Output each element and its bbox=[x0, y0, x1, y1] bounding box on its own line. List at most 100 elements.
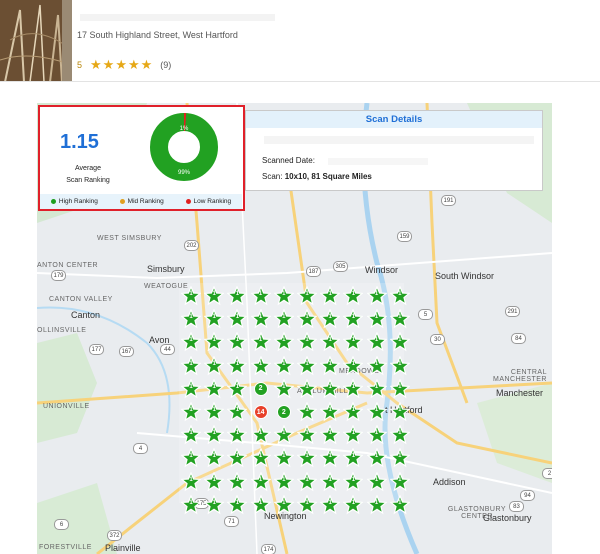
rank-pin-star[interactable]: 1 bbox=[250, 448, 271, 468]
rank-pin-star[interactable]: 1 bbox=[227, 332, 248, 352]
rank-pin-star[interactable]: 1 bbox=[389, 402, 410, 422]
rank-pin-star[interactable]: 1 bbox=[343, 471, 364, 492]
rank-pin-star[interactable]: 1 bbox=[181, 425, 201, 445]
rank-pin-star[interactable]: 1 bbox=[181, 448, 201, 468]
rank-pin-star[interactable]: 1 bbox=[227, 309, 248, 329]
rank-pin-star[interactable]: 1 bbox=[204, 425, 225, 445]
rank-pin-star[interactable]: 1 bbox=[204, 494, 225, 515]
rank-pin-star[interactable]: 1 bbox=[297, 402, 317, 422]
rank-pin-star[interactable]: 1 bbox=[343, 448, 364, 468]
rank-pin-star[interactable]: 1 bbox=[366, 286, 387, 306]
rank-pin-star[interactable]: 1 bbox=[181, 286, 201, 306]
rank-pin-star[interactable]: 1 bbox=[273, 448, 294, 468]
rank-pin-star[interactable]: 1 bbox=[343, 355, 364, 376]
rank-pin-star[interactable]: 1 bbox=[227, 494, 248, 515]
rank-pin-star[interactable]: 1 bbox=[297, 309, 317, 329]
rank-pin-star[interactable]: 1 bbox=[297, 494, 317, 515]
rank-pin-star[interactable]: 1 bbox=[273, 355, 294, 376]
rank-pin-star[interactable]: 1 bbox=[343, 494, 364, 515]
rank-pin-star[interactable]: 1 bbox=[366, 378, 387, 399]
rank-pin-star[interactable]: 1 bbox=[273, 378, 294, 399]
rank-pin-circle[interactable]: 14 bbox=[253, 405, 268, 419]
rank-pin-star[interactable]: 1 bbox=[320, 425, 341, 445]
rank-pin-star[interactable]: 1 bbox=[320, 309, 341, 329]
rank-pin-star[interactable]: 1 bbox=[227, 355, 248, 376]
rank-pin-star[interactable]: 1 bbox=[204, 355, 225, 376]
rank-pin-star[interactable]: 1 bbox=[320, 494, 341, 515]
rank-pin-star[interactable]: 1 bbox=[366, 425, 387, 445]
rank-pin-star[interactable]: 1 bbox=[204, 448, 225, 468]
rank-pin-star[interactable]: 1 bbox=[250, 355, 271, 376]
rank-pin-star[interactable]: 1 bbox=[250, 494, 271, 515]
rank-pin-star[interactable]: 1 bbox=[389, 448, 410, 468]
rank-pin-star[interactable]: 1 bbox=[320, 355, 341, 376]
rank-pin-star[interactable]: 1 bbox=[297, 332, 317, 352]
rank-pin-star[interactable]: 1 bbox=[273, 471, 294, 492]
rank-pin-star[interactable]: 1 bbox=[204, 332, 225, 352]
rank-pin-star[interactable]: 1 bbox=[204, 378, 225, 399]
rank-pin-star[interactable]: 1 bbox=[273, 286, 294, 306]
rank-pin-star[interactable]: 1 bbox=[204, 402, 225, 422]
rank-pin-star[interactable]: 1 bbox=[181, 402, 201, 422]
rank-pin-star[interactable]: 1 bbox=[389, 355, 410, 376]
rank-pin-star[interactable]: 1 bbox=[297, 355, 317, 376]
rank-pin-star[interactable]: 1 bbox=[366, 309, 387, 329]
rank-pin-star[interactable]: 1 bbox=[389, 332, 410, 352]
rank-pin-star[interactable]: 1 bbox=[389, 425, 410, 445]
rank-pin-star[interactable]: 1 bbox=[320, 448, 341, 468]
rank-pin-star[interactable]: 1 bbox=[389, 286, 410, 306]
rank-pin-circle[interactable]: 2 bbox=[276, 405, 291, 419]
rank-pin-star[interactable]: 1 bbox=[366, 448, 387, 468]
rank-pin-star[interactable]: 1 bbox=[227, 378, 248, 399]
rank-pin-star[interactable]: 1 bbox=[343, 378, 364, 399]
rank-pin-star[interactable]: 1 bbox=[389, 494, 410, 515]
rank-pin-star[interactable]: 1 bbox=[366, 494, 387, 515]
rank-pin-star[interactable]: 1 bbox=[204, 471, 225, 492]
rank-pin-star[interactable]: 1 bbox=[389, 378, 410, 399]
rank-pin-star[interactable]: 1 bbox=[320, 332, 341, 352]
rank-pin-star[interactable]: 1 bbox=[343, 402, 364, 422]
rank-pin-star[interactable]: 1 bbox=[250, 425, 271, 445]
rank-pin-star[interactable]: 1 bbox=[273, 309, 294, 329]
rank-pin-star[interactable]: 1 bbox=[250, 309, 271, 329]
rank-pin-star[interactable]: 1 bbox=[227, 402, 248, 422]
rank-pin-star[interactable]: 1 bbox=[181, 494, 201, 515]
rank-pin-star[interactable]: 1 bbox=[366, 332, 387, 352]
rank-pin-star[interactable]: 1 bbox=[204, 309, 225, 329]
rank-pin-star[interactable]: 1 bbox=[343, 425, 364, 445]
rank-pin-star[interactable]: 1 bbox=[297, 425, 317, 445]
rank-pin-star[interactable]: 1 bbox=[320, 286, 341, 306]
rank-pin-star[interactable]: 1 bbox=[320, 402, 341, 422]
rank-pin-star[interactable]: 1 bbox=[273, 425, 294, 445]
rank-pin-star[interactable]: 1 bbox=[366, 355, 387, 376]
rank-pin-star[interactable]: 1 bbox=[366, 402, 387, 422]
rank-pin-star[interactable]: 1 bbox=[297, 286, 317, 306]
rank-pin-star[interactable]: 1 bbox=[227, 448, 248, 468]
rank-pin-circle[interactable]: 2 bbox=[253, 381, 268, 396]
rank-pin-star[interactable]: 1 bbox=[389, 471, 410, 492]
rank-pin-star[interactable]: 1 bbox=[204, 286, 225, 306]
rank-pin-star[interactable]: 1 bbox=[181, 355, 201, 376]
rank-pin-star[interactable]: 1 bbox=[227, 425, 248, 445]
rank-pin-star[interactable]: 1 bbox=[181, 332, 201, 352]
rank-pin-star[interactable]: 1 bbox=[320, 378, 341, 399]
rank-pin-star[interactable]: 1 bbox=[320, 471, 341, 492]
rank-pin-star[interactable]: 1 bbox=[297, 378, 317, 399]
rank-pin-star[interactable]: 1 bbox=[273, 332, 294, 352]
rank-pin-star[interactable]: 1 bbox=[250, 471, 271, 492]
rank-pin-star[interactable]: 1 bbox=[389, 309, 410, 329]
rank-pin-star[interactable]: 1 bbox=[181, 471, 201, 492]
rank-pin-star[interactable]: 1 bbox=[181, 378, 201, 399]
rank-pin-star[interactable]: 1 bbox=[227, 286, 248, 306]
rank-pin-star[interactable]: 1 bbox=[181, 309, 201, 329]
rank-pin-star[interactable]: 1 bbox=[273, 494, 294, 515]
rank-pin-star[interactable]: 1 bbox=[250, 286, 271, 306]
rank-pin-star[interactable]: 1 bbox=[343, 309, 364, 329]
rank-pin-star[interactable]: 1 bbox=[297, 448, 317, 468]
rank-pin-star[interactable]: 1 bbox=[343, 332, 364, 352]
rank-pin-star[interactable]: 1 bbox=[366, 471, 387, 492]
rank-pin-star[interactable]: 1 bbox=[227, 471, 248, 492]
rank-pin-star[interactable]: 1 bbox=[343, 286, 364, 306]
rank-pin-star[interactable]: 1 bbox=[250, 332, 271, 352]
rank-pin-star[interactable]: 1 bbox=[297, 471, 317, 492]
